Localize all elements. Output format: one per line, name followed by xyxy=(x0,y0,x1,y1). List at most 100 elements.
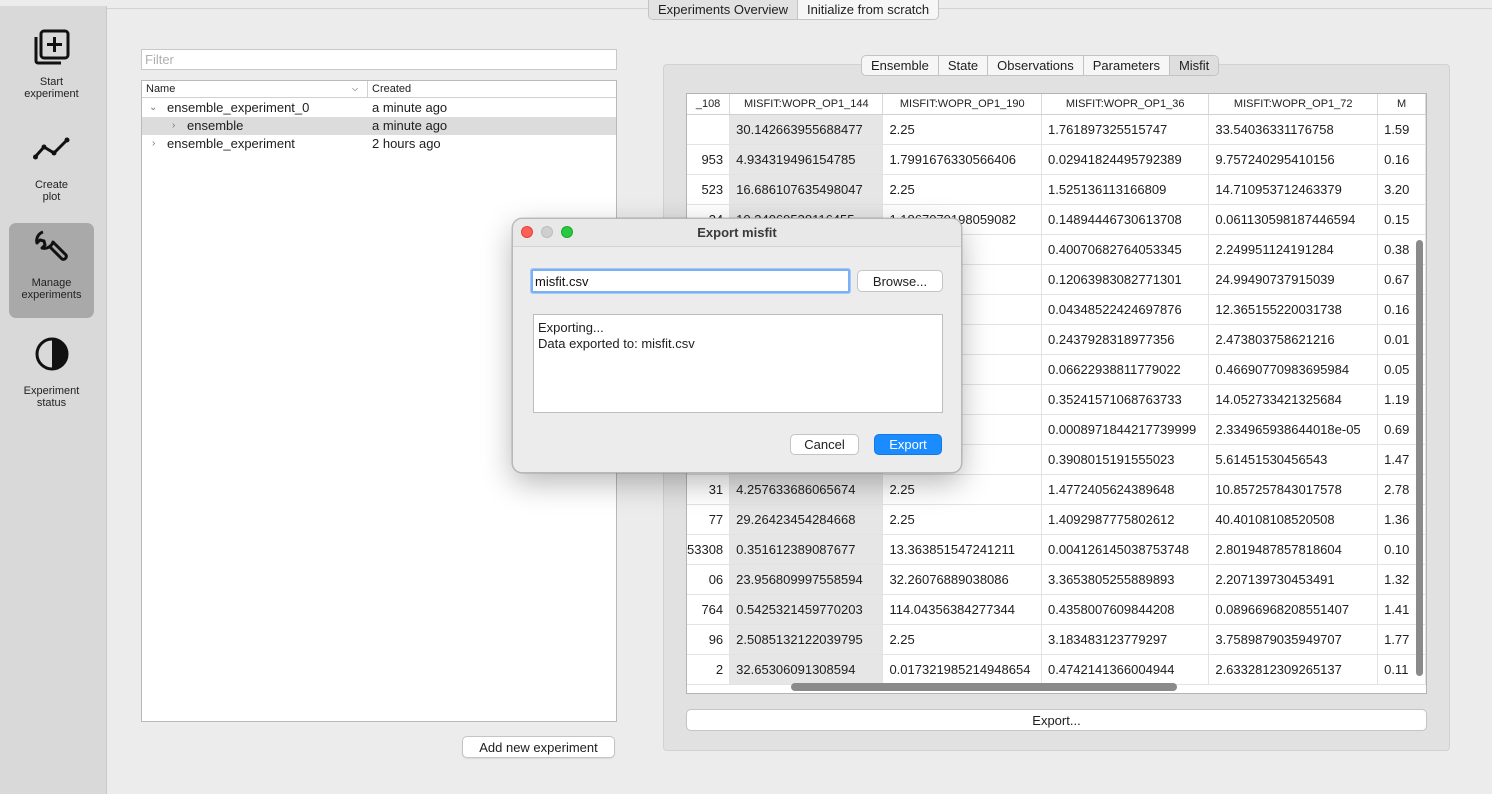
tree-item-name: ensemble xyxy=(187,118,244,133)
table-cell: 0.35241571068763733 xyxy=(1041,384,1210,415)
table-cell: 06 xyxy=(687,564,731,595)
tab-observations[interactable]: Observations xyxy=(988,56,1084,75)
table-cell: 2.6332812309265137 xyxy=(1208,654,1379,685)
table-cell: 0.08966968208551407 xyxy=(1208,594,1379,625)
table-cell: 2.249951124191284 xyxy=(1208,234,1379,265)
sidebar-label: Start xyxy=(39,76,64,88)
table-cell: 0.15 xyxy=(1377,204,1426,235)
table-row[interactable]: 31 4.257633686065674 2.25 1.477240562438964… xyxy=(687,474,1426,505)
table-cell: 4.934319496154785 xyxy=(729,144,884,175)
table-cell: 0.3908015191555023 xyxy=(1041,444,1210,475)
tree-row[interactable]: ⌄ ensemble_experiment_0 a minute ago xyxy=(142,99,616,117)
expand-chevron-icon[interactable]: ⌄ xyxy=(149,99,157,117)
tree-row[interactable]: › ensemble a minute ago xyxy=(142,117,616,135)
table-row[interactable]: 77 29.26423454284668 2.25 1.409298777580261… xyxy=(687,504,1426,535)
table-row[interactable]: 764 0.5425321459770203 114.04356384277344 0… xyxy=(687,594,1426,625)
tree-item-name: ensemble_experiment_0 xyxy=(167,100,310,115)
table-row[interactable]: 953 4.934319496154785 1.7991676330566406 0.… xyxy=(687,144,1426,175)
column-header[interactable]: M xyxy=(1377,94,1426,115)
sidebar-item-manage-experiments[interactable]: Manage experiments xyxy=(9,223,94,318)
cancel-button[interactable]: Cancel xyxy=(790,434,859,455)
tab-state[interactable]: State xyxy=(939,56,989,75)
table-cell: 0.351612389087677 xyxy=(729,534,884,565)
table-cell: 0.017321985214948654 xyxy=(882,654,1042,685)
tab-initialize-from-scratch[interactable]: Initialize from scratch xyxy=(798,0,938,19)
column-header-created[interactable]: Created xyxy=(367,81,411,97)
table-row[interactable]: 2 32.65306091308594 0.017321985214948654 0.… xyxy=(687,654,1426,685)
table-cell: 32.26076889038086 xyxy=(882,564,1042,595)
table-cell: 2.334965938644018e-05 xyxy=(1208,414,1379,445)
table-cell: 14.052733421325684 xyxy=(1208,384,1379,415)
table-cell xyxy=(687,114,731,145)
tree-row[interactable]: › ensemble_experiment 2 hours ago xyxy=(142,135,616,153)
filter-input[interactable] xyxy=(141,49,617,70)
table-cell: 31 xyxy=(687,474,731,505)
add-square-icon xyxy=(34,29,70,65)
sidebar-item-start-experiment[interactable]: Start experiment xyxy=(9,22,94,117)
table-cell: 2.8019487857818604 xyxy=(1208,534,1379,565)
table-cell: 0.0008971844217739999 xyxy=(1041,414,1210,445)
table-row[interactable]: 96 2.5085132122039795 2.25 3.18348312377929… xyxy=(687,624,1426,655)
export-button[interactable]: Export xyxy=(874,434,942,455)
table-cell: 29.26423454284668 xyxy=(729,504,884,535)
table-cell: 0.4742141366004944 xyxy=(1041,654,1210,685)
table-cell: 10.857257843017578 xyxy=(1208,474,1379,505)
column-header[interactable]: _108 xyxy=(687,94,731,115)
table-cell: 2.25 xyxy=(882,474,1042,505)
table-cell: 24.99490737915039 xyxy=(1208,264,1379,295)
table-row[interactable]: 53308 0.351612389087677 13.363851547241211… xyxy=(687,534,1426,565)
dialog-titlebar: Export misfit xyxy=(513,219,961,247)
sort-chevron-icon[interactable]: ⌵ xyxy=(352,81,358,97)
table-cell: 4.257633686065674 xyxy=(729,474,884,505)
export-misfit-button[interactable]: Export... xyxy=(686,709,1427,731)
column-header[interactable]: MISFIT:WOPR_OP1_190 xyxy=(882,94,1042,115)
half-circle-icon xyxy=(35,337,69,371)
table-cell: 12.365155220031738 xyxy=(1208,294,1379,325)
column-header[interactable]: MISFIT:WOPR_OP1_72 xyxy=(1208,94,1379,115)
table-cell: 53308 xyxy=(687,534,731,565)
export-log-textarea[interactable]: Exporting... Data exported to: misfit.cs… xyxy=(533,314,943,413)
table-cell: 3.183483123779297 xyxy=(1041,624,1210,655)
table-cell: 3.3653805255889893 xyxy=(1041,564,1210,595)
table-cell: 2.25 xyxy=(882,174,1042,205)
table-cell: 32.65306091308594 xyxy=(729,654,884,685)
table-cell: 2.5085132122039795 xyxy=(729,624,884,655)
add-new-experiment-button[interactable]: Add new experiment xyxy=(462,736,615,758)
column-header-name[interactable]: Name xyxy=(146,81,175,97)
tab-parameters[interactable]: Parameters xyxy=(1084,56,1170,75)
table-cell: 23.956809997558594 xyxy=(729,564,884,595)
tab-misfit[interactable]: Misfit xyxy=(1169,56,1219,75)
vertical-scrollbar[interactable] xyxy=(1416,240,1423,676)
detail-tab-bar: Ensemble State Observations Parameters M… xyxy=(861,55,1220,76)
sidebar-label: status xyxy=(36,397,67,409)
export-path-input[interactable] xyxy=(531,269,850,293)
expand-chevron-icon[interactable]: › xyxy=(152,135,155,153)
table-cell: 1.761897325515747 xyxy=(1041,114,1210,145)
table-cell: 0.5425321459770203 xyxy=(729,594,884,625)
table-cell: 77 xyxy=(687,504,731,535)
tab-ensemble[interactable]: Ensemble xyxy=(862,56,939,75)
log-line: Data exported to: misfit.csv xyxy=(538,336,695,351)
tab-experiments-overview[interactable]: Experiments Overview xyxy=(649,0,799,19)
table-cell: 40.40108108520508 xyxy=(1208,504,1379,535)
column-header[interactable]: MISFIT:WOPR_OP1_144 xyxy=(729,94,884,115)
column-header[interactable]: MISFIT:WOPR_OP1_36 xyxy=(1041,94,1210,115)
log-line: Exporting... xyxy=(538,320,604,335)
sidebar-item-experiment-status[interactable]: Experiment status xyxy=(9,331,94,426)
table-row[interactable]: 523 16.686107635498047 2.25 1.5251361131668… xyxy=(687,174,1426,205)
sidebar-item-create-plot[interactable]: Create plot xyxy=(9,125,94,220)
table-row[interactable]: 30.142663955688477 2.25 1.761897325515747 3… xyxy=(687,114,1426,145)
table-cell: 0.40070682764053345 xyxy=(1041,234,1210,265)
table-cell: 96 xyxy=(687,624,731,655)
table-cell: 14.710953712463379 xyxy=(1208,174,1379,205)
browse-button[interactable]: Browse... xyxy=(857,270,943,292)
table-cell: 0.061130598187446594 xyxy=(1208,204,1379,235)
table-row[interactable]: 06 23.956809997558594 32.26076889038086 3.3… xyxy=(687,564,1426,595)
horizontal-scrollbar[interactable] xyxy=(791,683,1177,691)
table-cell: 2.25 xyxy=(882,624,1042,655)
expand-chevron-icon[interactable]: › xyxy=(172,117,175,135)
sidebar: Start experiment Create plot Manage experim… xyxy=(0,6,107,794)
table-cell: 16.686107635498047 xyxy=(729,174,884,205)
sidebar-label: Experiment xyxy=(23,385,80,397)
table-cell: 953 xyxy=(687,144,731,175)
